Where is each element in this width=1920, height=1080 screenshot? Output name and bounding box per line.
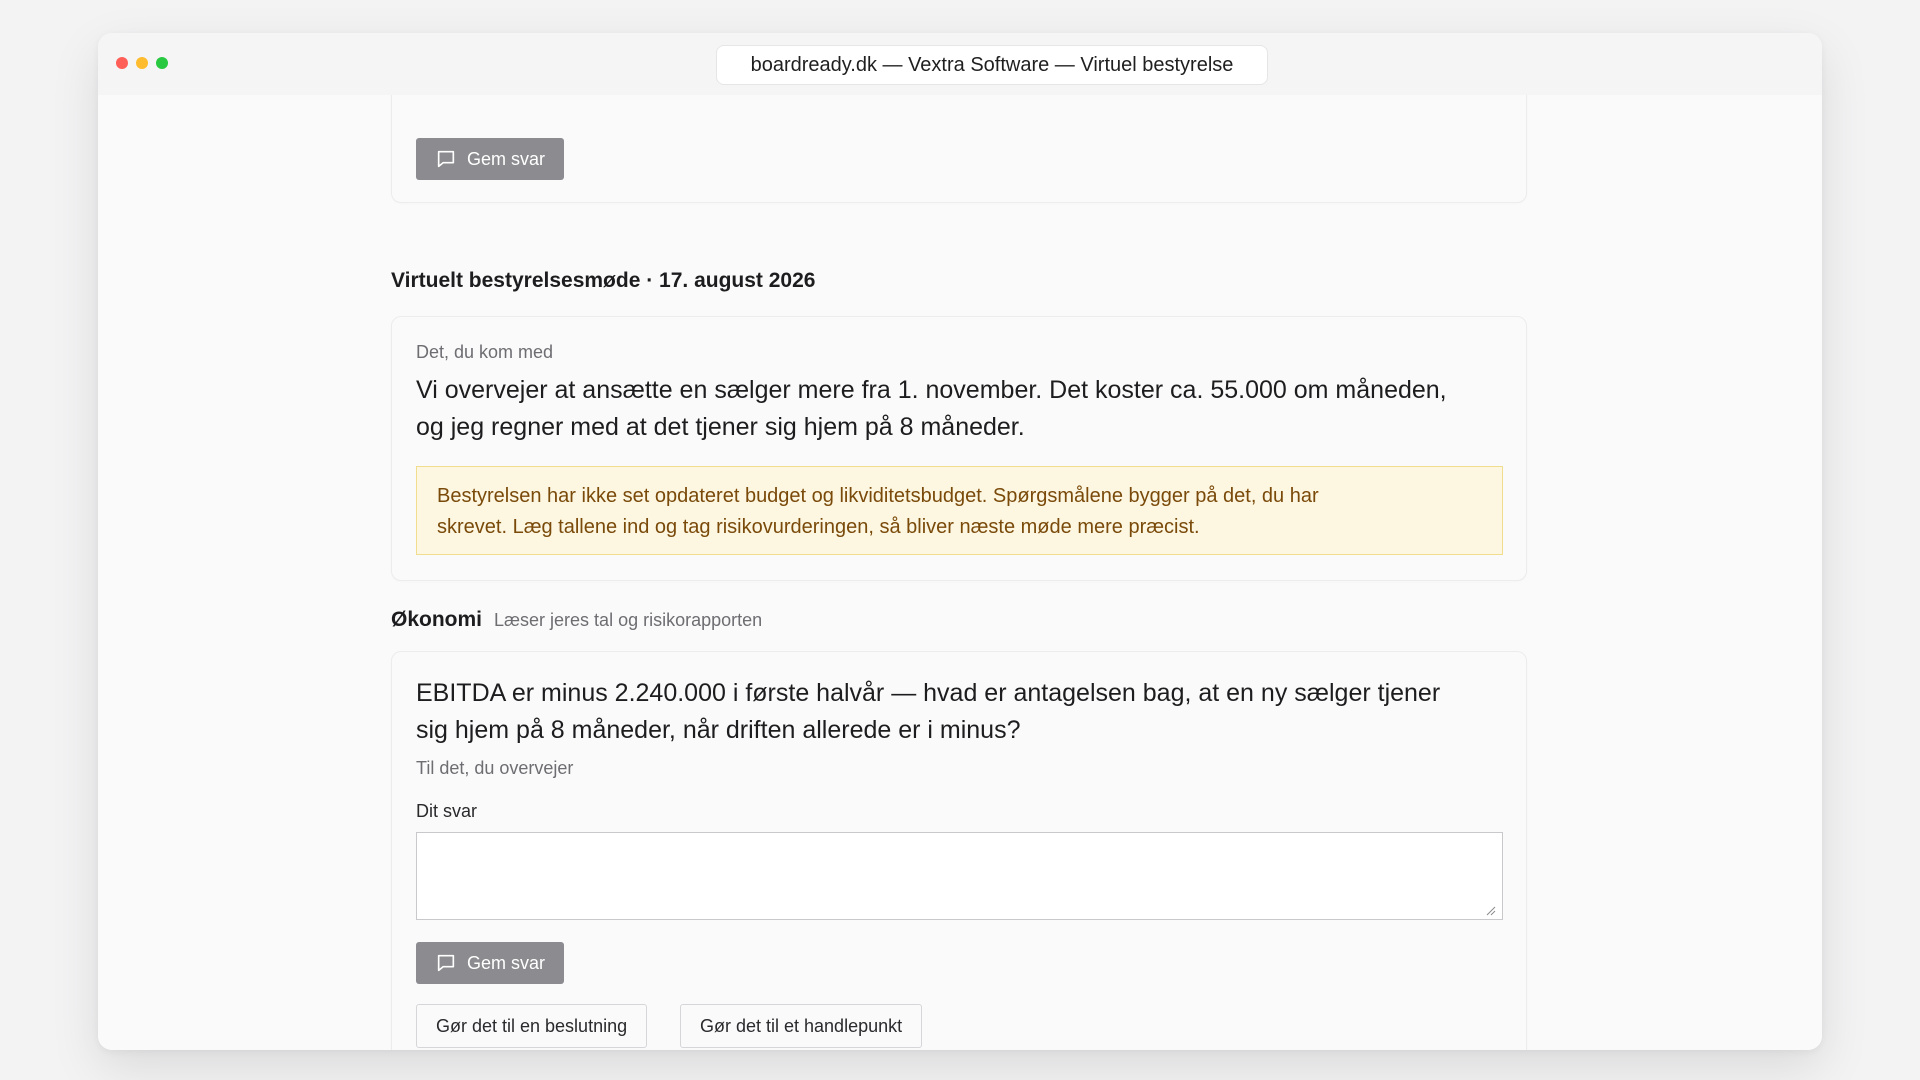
economy-header: Økonomi Læser jeres tal og risikorapport… <box>391 608 762 632</box>
save-answer-label: Gem svar <box>467 148 546 169</box>
economy-question: EBITDA er minus 2.240.000 i første halvå… <box>416 675 1440 749</box>
economy-question-card: EBITDA er minus 2.240.000 i første halvå… <box>391 651 1527 1050</box>
save-answer-label: Gem svar <box>467 952 546 973</box>
save-answer-button[interactable]: Gem svar <box>416 942 565 984</box>
address-bar-text: boardready.dk — Vextra Software — Virtue… <box>750 53 1234 76</box>
title-bar: boardready.dk — Vextra Software — Virtue… <box>98 33 1822 96</box>
question-line: sig hjem på 8 måneder, når driften aller… <box>416 716 1021 744</box>
make-decision-button[interactable]: Gør det til en beslutning <box>416 1004 648 1048</box>
make-action-item-button[interactable]: Gør det til et handlepunkt <box>680 1004 923 1048</box>
maximize-window-button[interactable] <box>156 57 168 69</box>
minimize-window-button[interactable] <box>136 57 148 69</box>
answer-textarea[interactable] <box>416 832 1503 920</box>
input-text-line: Vi overvejer at ansætte en sælger mere f… <box>416 376 1447 404</box>
meeting-heading: Virtuelt bestyrelsesmøde · 17. august 20… <box>391 269 816 292</box>
missing-data-warning: Bestyrelsen har ikke set opdateret budge… <box>416 466 1503 555</box>
input-text-line: og jeg regner med at det tjener sig hjem… <box>416 413 1025 441</box>
save-answer-button-previous[interactable]: Gem svar <box>416 138 565 180</box>
window-controls <box>116 57 168 69</box>
meeting-input-card: Det, du kom med Vi overvejer at ansætte … <box>391 316 1527 581</box>
browser-window: boardready.dk — Vextra Software — Virtue… <box>98 33 1822 1050</box>
economy-subtitle: Læser jeres tal og risikorapporten <box>494 610 763 630</box>
input-text: Vi overvejer at ansætte en sælger mere f… <box>416 372 1447 446</box>
speech-bubble-icon <box>437 150 455 168</box>
previous-question-card: Gem svar <box>391 95 1527 203</box>
warning-line: Bestyrelsen har ikke set opdateret budge… <box>437 485 1319 507</box>
close-window-button[interactable] <box>116 57 128 69</box>
warning-line: skrevet. Læg tallene ind og tag risikovu… <box>437 516 1200 538</box>
speech-bubble-icon <box>437 954 455 972</box>
page-content: Gem svar Virtuelt bestyrelsesmøde · 17. … <box>98 95 1822 1050</box>
economy-title: Økonomi <box>391 608 483 631</box>
address-bar[interactable]: boardready.dk — Vextra Software — Virtue… <box>716 45 1268 85</box>
question-context: Til det, du overvejer <box>416 758 574 778</box>
question-line: EBITDA er minus 2.240.000 i første halvå… <box>416 679 1441 707</box>
resize-handle-icon[interactable] <box>1486 906 1496 916</box>
answer-label: Dit svar <box>416 801 478 821</box>
input-label: Det, du kom med <box>416 342 554 362</box>
